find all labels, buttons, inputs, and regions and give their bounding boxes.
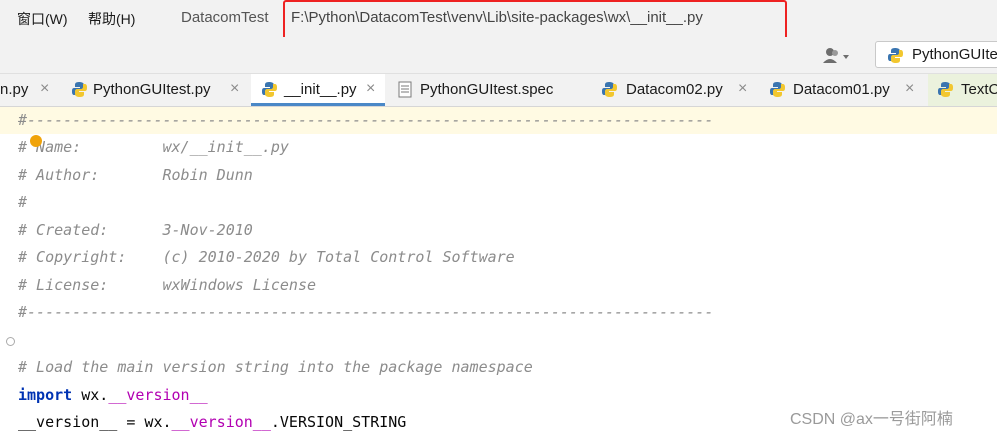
tab-datacom01-py[interactable]: Datacom01.py × [758, 74, 926, 106]
tab-textc[interactable]: TextC [928, 74, 997, 106]
code-line: #---------------------------------------… [18, 303, 714, 321]
code-line: # [18, 193, 28, 211]
code-line: # Copyright: (c) 2010-2020 by Total Cont… [18, 248, 515, 266]
active-tab-indicator [251, 103, 385, 106]
code-line-import: import wx.__version__ [18, 382, 208, 409]
run-config-selector[interactable]: PythonGUIte [875, 41, 997, 68]
code-line: # Name: wx/__init__.py [18, 138, 289, 156]
python-icon [261, 81, 278, 103]
code-line: # Load the main version string into the … [18, 358, 533, 376]
code-text: .VERSION_STRING [270, 413, 407, 431]
code-editor[interactable]: #---------------------------------------… [0, 107, 997, 435]
tab-label: n.py [0, 81, 29, 98]
tab-label: Datacom02.py [626, 81, 723, 98]
menu-help[interactable]: 帮助(H) [88, 9, 135, 29]
dunder-name: __version__ [171, 413, 271, 431]
tab-datacom02-py[interactable]: Datacom02.py × [586, 74, 756, 106]
tab-pythonguitest-spec[interactable]: PythonGUItest.spec [387, 74, 583, 106]
title-bar: 窗口(W) 帮助(H) DatacomTest F:\Python\Dataco… [0, 0, 997, 42]
tab-label: TextC [961, 81, 997, 98]
tab-pythonguitest-py[interactable]: PythonGUItest.py × [63, 74, 249, 106]
toolbar: PythonGUIte [0, 37, 997, 74]
python-icon [769, 81, 786, 103]
code-line: #---------------------------------------… [0, 107, 997, 134]
lightbulb-icon[interactable] [30, 135, 42, 147]
menu-window[interactable]: 窗口(W) [17, 9, 68, 29]
code-line: # Created: 3-Nov-2010 [18, 221, 253, 239]
code-text: wx. [72, 386, 109, 404]
keyword: import [18, 386, 73, 404]
close-icon[interactable]: × [738, 80, 747, 98]
code-line-assignment: __version__ = wx.__version__.VERSION_STR… [18, 409, 406, 436]
code-line: # License: wxWindows License [18, 276, 317, 294]
close-icon[interactable]: × [366, 80, 375, 98]
watermark: CSDN @ax一号街阿楠 [790, 411, 953, 428]
file-icon [398, 81, 412, 103]
tab-label: __init__.py [284, 81, 357, 98]
run-config-label: PythonGUIte [912, 46, 997, 63]
python-icon [71, 81, 88, 103]
editor-tab-bar: n.py × PythonGUItest.py × __init__.py × … [0, 74, 997, 107]
fold-marker-icon[interactable] [6, 337, 15, 346]
close-icon[interactable]: × [230, 80, 239, 98]
code-line: # Author: Robin Dunn [18, 166, 253, 184]
python-icon [601, 81, 618, 103]
python-icon [887, 47, 904, 69]
tab-n-py[interactable]: n.py × [0, 74, 60, 106]
project-name: DatacomTest [181, 9, 269, 26]
user-icon[interactable] [822, 47, 852, 65]
tab-init-py[interactable]: __init__.py × [251, 74, 385, 106]
python-icon [937, 81, 954, 103]
dunder-name: __version__ [108, 386, 208, 404]
tab-label: PythonGUItest.spec [420, 81, 554, 98]
path-highlight-box [283, 0, 787, 42]
close-icon[interactable]: × [905, 80, 914, 98]
tab-label: PythonGUItest.py [93, 81, 211, 98]
code-text: __version__ = wx. [18, 413, 172, 431]
tab-label: Datacom01.py [793, 81, 890, 98]
close-icon[interactable]: × [40, 80, 49, 98]
